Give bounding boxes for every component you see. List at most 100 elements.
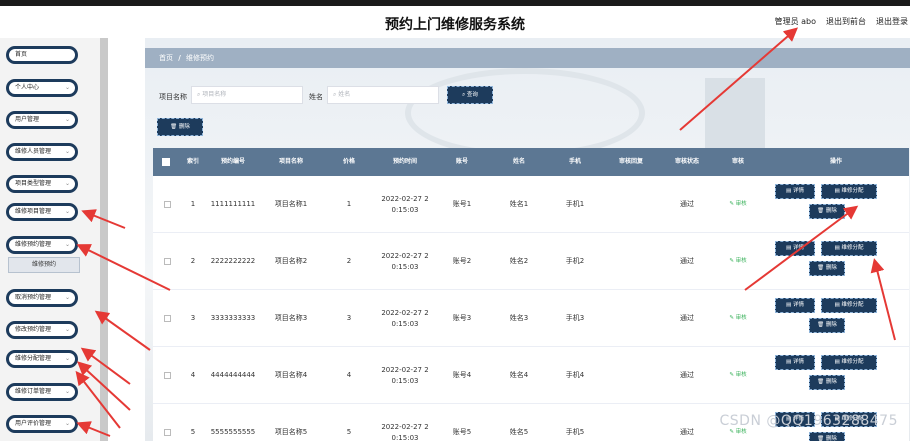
project-name-label: 项目名称: [159, 93, 187, 101]
sidebar-item[interactable]: 维修项目管理 ⌄: [6, 203, 78, 221]
sidebar-item[interactable]: 项目类型管理 ⌄: [6, 175, 78, 193]
sidebar-item[interactable]: 用户评价管理 ⌄: [6, 415, 78, 433]
sidebar-item[interactable]: 首页: [6, 46, 78, 64]
column-header[interactable]: 预约编号: [205, 148, 261, 176]
cell-time: 2022-02-27 2 0:15:03: [381, 308, 429, 328]
cell-index: 4: [190, 371, 196, 379]
cell-project: 项目名称2: [274, 257, 308, 265]
audit-link[interactable]: ✎ 审核: [729, 370, 746, 381]
detail-icon: ▤: [786, 188, 793, 194]
cell-code: 1111111111: [210, 200, 256, 208]
delete-button[interactable]: 🗑 删除: [157, 118, 203, 136]
sidebar-item-label: 取消预约管理: [15, 294, 52, 301]
cell-name: 姓名1: [509, 200, 529, 208]
row-checkbox[interactable]: [163, 315, 171, 322]
row-checkbox[interactable]: [163, 201, 171, 208]
cell-time: 2022-02-27 2 0:15:03: [381, 422, 429, 441]
column-header[interactable]: 操作: [763, 148, 909, 176]
row-delete-icon: 🗑: [817, 436, 826, 441]
row-delete-button[interactable]: 🗑 删除: [809, 432, 845, 441]
row-delete-button[interactable]: 🗑 删除: [809, 204, 845, 219]
row-delete-button[interactable]: 🗑 删除: [809, 318, 845, 333]
audit-cell: ✎ 审核: [715, 176, 761, 233]
cell-time: 2022-02-27 2 0:15:03: [381, 194, 429, 214]
sidebar-item[interactable]: 维修订单管理 ⌄: [6, 383, 78, 401]
row-delete-button[interactable]: 🗑 删除: [809, 261, 845, 276]
cell-project: 项目名称4: [274, 371, 308, 379]
cell-phone: 手机3: [565, 314, 585, 322]
chevron-down-icon: ⌄: [64, 148, 70, 155]
sidebar-item[interactable]: 维修分配管理 ⌄: [6, 350, 78, 368]
audit-link[interactable]: ✎ 审核: [729, 199, 746, 210]
row-checkbox[interactable]: [163, 429, 171, 436]
sidebar-item[interactable]: 修改预约管理 ⌄: [6, 321, 78, 339]
submenu-item-repair-appointment[interactable]: 维修预约: [8, 257, 80, 273]
detail-button[interactable]: ▤ 详情: [775, 298, 815, 313]
breadcrumb-current: 维修预约: [186, 54, 215, 62]
row-select-cell: [153, 347, 181, 404]
assign-button[interactable]: ▤ 维修分配: [821, 184, 877, 199]
cell-index: 3: [190, 314, 196, 322]
name-input[interactable]: ⌕ 姓名: [327, 86, 439, 104]
detail-icon: ▤: [786, 245, 793, 251]
row-delete-button-label: 删除: [825, 322, 837, 328]
row-checkbox[interactable]: [163, 372, 171, 379]
sidebar-item[interactable]: 取消预约管理 ⌄: [6, 289, 78, 307]
search-icon: ⌕: [197, 91, 201, 98]
project-name-input[interactable]: ⌕ 项目名称: [191, 86, 303, 104]
column-header[interactable]: 审核回复: [603, 148, 659, 176]
audit-link-label: 审核: [735, 201, 747, 207]
cell-price: 3: [346, 314, 352, 322]
detail-button-label: 详情: [792, 188, 804, 194]
detail-icon: ▤: [786, 359, 793, 365]
cell-reply: [603, 176, 659, 233]
assign-button[interactable]: ▤ 维修分配: [821, 298, 877, 313]
row-checkbox[interactable]: [163, 258, 171, 265]
row-delete-icon: 🗑: [817, 265, 826, 271]
detail-button[interactable]: ▤ 详情: [775, 355, 815, 370]
detail-button[interactable]: ▤ 详情: [775, 184, 815, 199]
sidebar-item-label: 首页: [15, 51, 28, 58]
audit-link[interactable]: ✎ 审核: [729, 313, 746, 324]
sidebar-scrollbar[interactable]: [100, 38, 108, 441]
column-header[interactable]: 手机: [547, 148, 603, 176]
search-icon: ⌕: [462, 92, 466, 98]
sidebar-item[interactable]: 用户管理 ⌄: [6, 111, 78, 129]
column-header[interactable]: 账号: [433, 148, 491, 176]
column-header[interactable]: 项目名称: [263, 148, 319, 176]
sidebar-item[interactable]: 个人中心 ⌄: [6, 79, 78, 97]
search-icon: ⌕: [333, 91, 337, 98]
cell-project: 项目名称1: [274, 200, 308, 208]
column-header[interactable]: 索引: [183, 148, 203, 176]
app-title: 预约上门维修服务系统: [385, 17, 525, 33]
audit-link[interactable]: ✎ 审核: [729, 256, 746, 267]
detail-button[interactable]: ▤ 详情: [775, 241, 815, 256]
select-all-checkbox[interactable]: [162, 158, 170, 166]
row-delete-button[interactable]: 🗑 删除: [809, 375, 845, 390]
breadcrumb-home[interactable]: 首页: [159, 54, 173, 62]
row-select-cell: [153, 404, 181, 441]
sidebar-item[interactable]: 维修预约管理 ⌄: [6, 236, 78, 254]
column-header[interactable]: 价格: [321, 148, 377, 176]
column-header[interactable]: 审核状态: [659, 148, 715, 176]
column-header[interactable]: 姓名: [491, 148, 547, 176]
cell-code: 5555555555: [210, 428, 256, 436]
name-placeholder: 姓名: [338, 91, 351, 98]
query-button[interactable]: ⌕ 查询: [447, 86, 493, 104]
goto-frontend-link[interactable]: 退出到前台: [826, 16, 866, 27]
row-actions: ▤ 详情 ▤ 维修分配 🗑 删除: [763, 290, 883, 347]
column-header[interactable]: 审核: [715, 148, 761, 176]
cell-name: 姓名4: [509, 371, 529, 379]
assign-button-label: 维修分配: [841, 302, 864, 308]
query-button-label: 查询: [466, 92, 478, 98]
assign-button[interactable]: ▤ 维修分配: [821, 241, 877, 256]
row-delete-button-label: 删除: [825, 379, 837, 385]
header-actions: 管理员 abo 退出到前台 退出登录: [775, 16, 908, 27]
logout-link[interactable]: 退出登录: [876, 16, 908, 27]
cell-code: 2222222222: [210, 257, 256, 265]
sidebar-item-label: 项目类型管理: [15, 180, 52, 187]
sidebar-item[interactable]: 维修人员管理 ⌄: [6, 143, 78, 161]
cell-code: 3333333333: [210, 314, 256, 322]
assign-button[interactable]: ▤ 维修分配: [821, 355, 877, 370]
column-header[interactable]: 预约时间: [377, 148, 433, 176]
